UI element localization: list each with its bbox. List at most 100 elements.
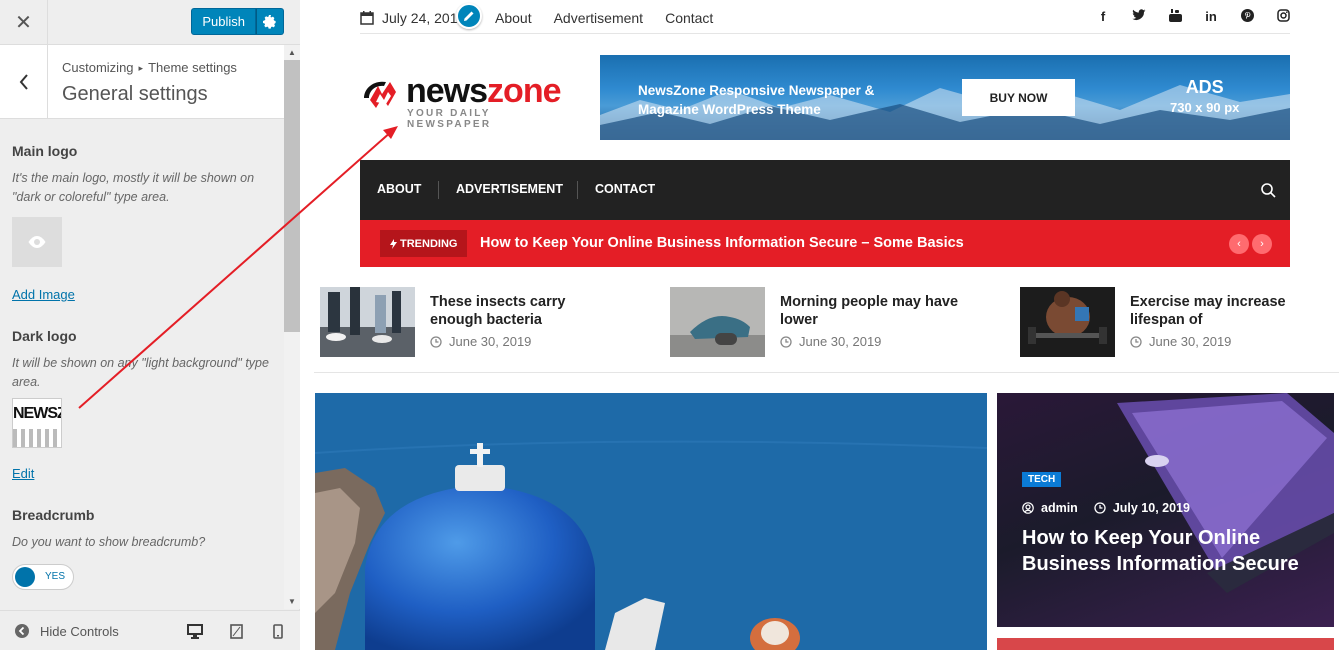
ad-size-label: ADS 730 x 90 px <box>1170 77 1239 115</box>
top-date-text: July 24, 201 <box>382 10 458 26</box>
customizer-panel: ✕ Publish Customizing ▸ Theme settings Gen… <box>0 0 300 650</box>
tablet-icon <box>230 624 243 639</box>
edit-shortcut-button[interactable] <box>456 3 482 29</box>
feature-title[interactable]: How to Keep Your Online Business Informa… <box>1022 525 1322 577</box>
feature-post[interactable]: TECH admin July 10, 2019 How to Keep You… <box>997 393 1334 627</box>
main-logo-title: Main logo <box>12 143 78 159</box>
post-thumbnail-yoga-mat <box>670 287 765 357</box>
publish-settings-button[interactable] <box>256 8 284 35</box>
mini-post[interactable]: Exercise may increase lifespan of June 3… <box>1020 287 1320 357</box>
hide-controls-label: Hide Controls <box>40 623 119 639</box>
youtube-icon[interactable] <box>1168 9 1182 25</box>
ad-text-line2: Magazine WordPress Theme <box>638 102 821 117</box>
edit-dark-logo-link[interactable]: Edit <box>12 466 34 481</box>
publish-button[interactable]: Publish <box>191 8 256 35</box>
mini-post-date: June 30, 2019 <box>1130 334 1231 349</box>
gear-icon <box>263 14 276 29</box>
eye-icon <box>28 236 46 248</box>
trending-badge-label: TRENDING <box>400 237 458 250</box>
desktop-preview-button[interactable] <box>187 624 203 644</box>
hero-post[interactable] <box>315 393 987 650</box>
section-title: General settings <box>62 83 208 105</box>
controls-list: Main logo It's the main logo, mostly it … <box>0 119 284 609</box>
breadcrumb-separator: ▸ <box>138 63 144 73</box>
close-customizer-button[interactable]: ✕ <box>0 0 48 45</box>
clock-icon <box>430 335 442 348</box>
top-nav-advertisement[interactable]: Advertisement <box>554 10 643 26</box>
customizer-header: ✕ Publish <box>0 0 300 45</box>
main-logo-placeholder[interactable] <box>12 217 62 267</box>
tablet-preview-button[interactable] <box>230 624 243 644</box>
breadcrumb-setting-description: Do you want to show breadcrumb? <box>12 535 206 549</box>
back-button[interactable] <box>0 45 48 119</box>
trending-next-button[interactable]: › <box>1252 234 1272 254</box>
instagram-icon[interactable] <box>1276 9 1290 25</box>
ad-label-size: 730 x 90 px <box>1170 100 1240 115</box>
chevron-left-icon: ‹ <box>1237 238 1241 250</box>
publish-group: Publish <box>191 8 284 35</box>
calendar-icon <box>360 11 374 25</box>
mini-post-title: Exercise may increase lifespan of <box>1130 294 1286 328</box>
mini-post[interactable]: Morning people may have lower June 30, 2… <box>670 287 970 357</box>
top-nav: About Advertisement Contact <box>495 10 713 26</box>
feature-date: July 10, 2019 <box>1094 501 1190 515</box>
mini-post-title: These insects carry enough bacteria <box>430 294 566 328</box>
nav-search-button[interactable] <box>1261 183 1276 203</box>
twitter-icon[interactable] <box>1132 9 1146 25</box>
dark-logo-thumbnail[interactable]: NEWSZON <box>12 398 62 448</box>
search-icon <box>1261 183 1276 198</box>
site-preview: July 24, 201 About Advertisement Contact… <box>300 0 1339 650</box>
post-thumbnail-dumbbell <box>1020 287 1115 357</box>
chevron-left-icon <box>19 74 28 90</box>
ad-buy-now-button[interactable]: BUY NOW <box>962 79 1075 116</box>
scroll-up-arrow[interactable]: ▲ <box>288 48 296 57</box>
top-nav-contact[interactable]: Contact <box>665 10 713 26</box>
nav-divider <box>438 181 439 199</box>
scrollbar-thumb[interactable] <box>284 60 300 332</box>
logo-tagline: YOUR DAILY NEWSPAPER <box>407 108 492 130</box>
scroll-down-arrow[interactable]: ▼ <box>288 597 296 606</box>
mini-post[interactable]: These insects carry enough bacteria June… <box>320 287 620 357</box>
main-logo-description: It's the main logo, mostly it will be sh… <box>12 171 255 204</box>
add-image-link[interactable]: Add Image <box>12 287 75 302</box>
trending-prev-button[interactable]: ‹ <box>1229 234 1249 254</box>
nav-item-advertisement[interactable]: ADVERTISEMENT <box>456 182 563 196</box>
nav-item-about[interactable]: ABOUT <box>377 182 421 196</box>
toggle-label: YES <box>45 571 66 582</box>
trending-headline[interactable]: How to Keep Your Online Business Informa… <box>480 235 964 251</box>
clock-icon <box>1130 335 1142 348</box>
mobile-icon <box>273 624 283 639</box>
nav-item-contact[interactable]: CONTACT <box>595 182 655 196</box>
top-nav-about[interactable]: About <box>495 10 532 26</box>
next-post-thumbnail[interactable] <box>997 638 1334 650</box>
toggle-knob <box>15 567 35 587</box>
breadcrumb-toggle[interactable]: YES <box>12 564 74 590</box>
post-thumbnail-treadmill <box>320 287 415 357</box>
logo-mark-icon <box>364 81 396 108</box>
linkedin-icon[interactable]: in <box>1204 9 1218 25</box>
chevron-right-icon: › <box>1260 238 1264 250</box>
ad-label-title: ADS <box>1185 77 1224 97</box>
ad-text: NewsZone Responsive Newspaper & Magazine… <box>638 81 874 119</box>
feature-author[interactable]: admin <box>1022 501 1078 515</box>
facebook-icon[interactable]: f <box>1096 9 1110 25</box>
hide-controls-button[interactable]: Hide Controls <box>14 623 119 639</box>
panel-scrollbar[interactable]: ▲ ▼ <box>284 45 300 609</box>
site-logo[interactable]: newszone YOUR DAILY NEWSPAPER <box>360 72 575 130</box>
mobile-preview-button[interactable] <box>273 624 283 644</box>
pinterest-icon[interactable] <box>1240 9 1254 25</box>
ad-text-line1: NewsZone Responsive Newspaper & <box>638 83 875 98</box>
main-navigation: ABOUT ADVERTISEMENT CONTACT <box>360 160 1290 220</box>
collapse-icon <box>15 624 29 638</box>
mini-post-title: Morning people may have lower <box>780 294 959 328</box>
clock-icon <box>780 335 792 348</box>
feature-meta: admin July 10, 2019 <box>1022 501 1190 515</box>
trending-badge: TRENDING <box>380 230 468 257</box>
user-icon <box>1022 502 1034 514</box>
top-bar: July 24, 201 About Advertisement Contact… <box>360 0 1290 34</box>
category-badge[interactable]: TECH <box>1022 472 1062 487</box>
hero-image-santorini <box>315 393 987 650</box>
dark-logo-thumb-text: NEWSZON <box>13 405 61 422</box>
ad-banner[interactable]: NewsZone Responsive Newspaper & Magazine… <box>600 55 1290 140</box>
mini-post-date: June 30, 2019 <box>430 334 531 349</box>
